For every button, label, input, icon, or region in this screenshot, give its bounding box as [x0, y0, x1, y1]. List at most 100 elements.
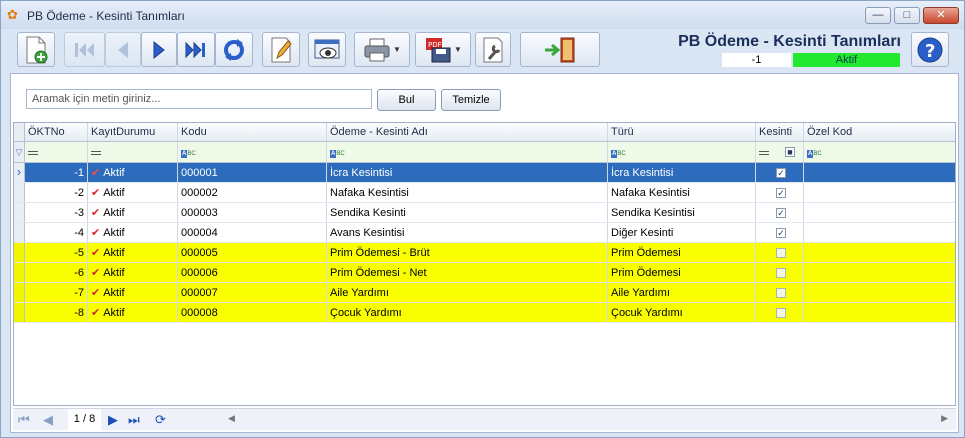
cell-kodu[interactable]: 000003: [178, 203, 327, 222]
cell-oktno[interactable]: -3: [25, 203, 88, 222]
preview-button[interactable]: [308, 32, 346, 67]
row-indicator[interactable]: [14, 263, 25, 282]
next-record-button[interactable]: [141, 32, 177, 67]
cell-kodu[interactable]: 000005: [178, 243, 327, 262]
cell-kodu[interactable]: 000007: [178, 283, 327, 302]
minimize-button[interactable]: —: [865, 7, 891, 24]
kesinti-checkbox[interactable]: ✓: [776, 208, 786, 218]
cell-ozel-kod[interactable]: [804, 183, 955, 202]
cell-ozel-kod[interactable]: [804, 303, 955, 322]
cell-odeme-kesinti-adi[interactable]: Prim Ödemesi - Net: [327, 263, 608, 282]
filter-kodu[interactable]: ABC: [178, 142, 327, 162]
kesinti-checkbox[interactable]: [776, 248, 786, 258]
cell-oktno[interactable]: -7: [25, 283, 88, 302]
cell-oktno[interactable]: -1: [25, 163, 88, 182]
cell-odeme-kesinti-adi[interactable]: Avans Kesintisi: [327, 223, 608, 242]
kesinti-checkbox[interactable]: [776, 308, 786, 318]
table-row[interactable]: -5 ✔ Aktif 000005 Prim Ödemesi - Brüt Prim Öd…: [14, 243, 955, 263]
row-indicator[interactable]: [14, 223, 25, 242]
col-kodu[interactable]: Kodu: [178, 123, 327, 141]
edit-button[interactable]: [262, 32, 300, 67]
cell-kayitdurumu[interactable]: ✔ Aktif: [88, 263, 178, 282]
export-pdf-button[interactable]: PDF ▼: [415, 32, 471, 67]
cell-ozel-kod[interactable]: [804, 203, 955, 222]
col-odeme-kesinti-adi[interactable]: Ödeme - Kesinti Adı: [327, 123, 608, 141]
cell-turu[interactable]: Çocuk Yardımı: [608, 303, 756, 322]
row-indicator[interactable]: [14, 303, 25, 322]
table-row[interactable]: -6 ✔ Aktif 000006 Prim Ödemesi - Net Prim Öde…: [14, 263, 955, 283]
table-row[interactable]: -7 ✔ Aktif 000007 Aile Yardımı Aile Yardımı: [14, 283, 955, 303]
cell-odeme-kesinti-adi[interactable]: Prim Ödemesi - Brüt: [327, 243, 608, 262]
col-turu[interactable]: Türü: [608, 123, 756, 141]
new-record-button[interactable]: [17, 32, 55, 67]
cell-oktno[interactable]: -2: [25, 183, 88, 202]
maximize-button[interactable]: □: [894, 7, 920, 24]
horizontal-scrollbar[interactable]: ◀ ▶: [228, 413, 948, 427]
cell-odeme-kesinti-adi[interactable]: Nafaka Kesintisi: [327, 183, 608, 202]
print-button[interactable]: ▼: [354, 32, 410, 67]
kesinti-checkbox[interactable]: [776, 268, 786, 278]
cell-oktno[interactable]: -8: [25, 303, 88, 322]
col-kayitdurumu[interactable]: KayıtDurumu: [88, 123, 178, 141]
search-input[interactable]: Aramak için metin giriniz...: [26, 89, 372, 109]
nav-refresh-icon[interactable]: ⟳: [155, 412, 166, 428]
cell-turu[interactable]: Aile Yardımı: [608, 283, 756, 302]
cell-oktno[interactable]: -4: [25, 223, 88, 242]
cell-kayitdurumu[interactable]: ✔ Aktif: [88, 223, 178, 242]
table-row[interactable]: -4 ✔ Aktif 000004 Avans Kesintisi Diğer Kesin…: [14, 223, 955, 243]
cell-odeme-kesinti-adi[interactable]: Sendika Kesinti: [327, 203, 608, 222]
filter-turu[interactable]: ABC: [608, 142, 756, 162]
cell-ozel-kod[interactable]: [804, 283, 955, 302]
cell-oktno[interactable]: -5: [25, 243, 88, 262]
cell-kodu[interactable]: 000004: [178, 223, 327, 242]
filter-kesinti[interactable]: ■: [756, 142, 804, 162]
first-record-button[interactable]: [64, 32, 105, 67]
cell-odeme-kesinti-adi[interactable]: Aile Yardımı: [327, 283, 608, 302]
help-button[interactable]: ?: [911, 32, 949, 67]
row-indicator[interactable]: [14, 183, 25, 202]
cell-ozel-kod[interactable]: [804, 263, 955, 282]
cell-kodu[interactable]: 000002: [178, 183, 327, 202]
cell-kayitdurumu[interactable]: ✔ Aktif: [88, 283, 178, 302]
row-indicator[interactable]: [14, 283, 25, 302]
cell-kayitdurumu[interactable]: ✔ Aktif: [88, 303, 178, 322]
nav-last-icon[interactable]: ⏭: [128, 412, 140, 428]
nav-previous-icon[interactable]: ◀: [43, 412, 53, 428]
clear-button[interactable]: Temizle: [441, 89, 501, 111]
cell-oktno[interactable]: -6: [25, 263, 88, 282]
cell-kayitdurumu[interactable]: ✔ Aktif: [88, 183, 178, 202]
cell-ozel-kod[interactable]: [804, 223, 955, 242]
kesinti-checkbox[interactable]: ✓: [776, 168, 786, 178]
cell-turu[interactable]: Prim Ödemesi: [608, 263, 756, 282]
cell-kayitdurumu[interactable]: ✔ Aktif: [88, 203, 178, 222]
cell-turu[interactable]: Diğer Kesinti: [608, 223, 756, 242]
cell-kodu[interactable]: 000008: [178, 303, 327, 322]
scroll-left-icon[interactable]: ◀: [228, 413, 235, 424]
filter-odeme-kesinti-adi[interactable]: ABC: [327, 142, 608, 162]
col-kesinti[interactable]: Kesinti: [756, 123, 804, 141]
cell-kesinti[interactable]: [756, 263, 804, 282]
title-bar[interactable]: ✿ PB Ödeme - Kesinti Tanımları — □ ✕: [1, 1, 964, 29]
cell-kayitdurumu[interactable]: ✔ Aktif: [88, 163, 178, 182]
cell-turu[interactable]: İcra Kesintisi: [608, 163, 756, 182]
filter-ozel-kod[interactable]: ABC: [804, 142, 955, 162]
kesinti-checkbox[interactable]: ✓: [776, 188, 786, 198]
nav-next-icon[interactable]: ▶: [108, 412, 118, 428]
scroll-right-icon[interactable]: ▶: [941, 413, 948, 424]
row-indicator[interactable]: ›: [14, 163, 25, 182]
table-row[interactable]: -3 ✔ Aktif 000003 Sendika Kesinti Sendika Kes…: [14, 203, 955, 223]
settings-button[interactable]: [475, 32, 511, 67]
table-row[interactable]: › -1 ✔ Aktif 000001 İcra Kesintisi İcra Kesint…: [14, 163, 955, 183]
last-record-button[interactable]: [177, 32, 215, 67]
table-row[interactable]: -2 ✔ Aktif 000002 Nafaka Kesintisi Nafaka Kes…: [14, 183, 955, 203]
cell-kodu[interactable]: 000001: [178, 163, 327, 182]
cell-kesinti[interactable]: ✓: [756, 223, 804, 242]
cell-turu[interactable]: Nafaka Kesintisi: [608, 183, 756, 202]
refresh-button[interactable]: [215, 32, 253, 67]
cell-kesinti[interactable]: [756, 283, 804, 302]
col-ozel-kod[interactable]: Özel Kod: [804, 123, 955, 141]
find-button[interactable]: Bul: [377, 89, 436, 111]
cell-odeme-kesinti-adi[interactable]: İcra Kesintisi: [327, 163, 608, 182]
cell-kesinti[interactable]: [756, 303, 804, 322]
cell-kesinti[interactable]: ✓: [756, 203, 804, 222]
